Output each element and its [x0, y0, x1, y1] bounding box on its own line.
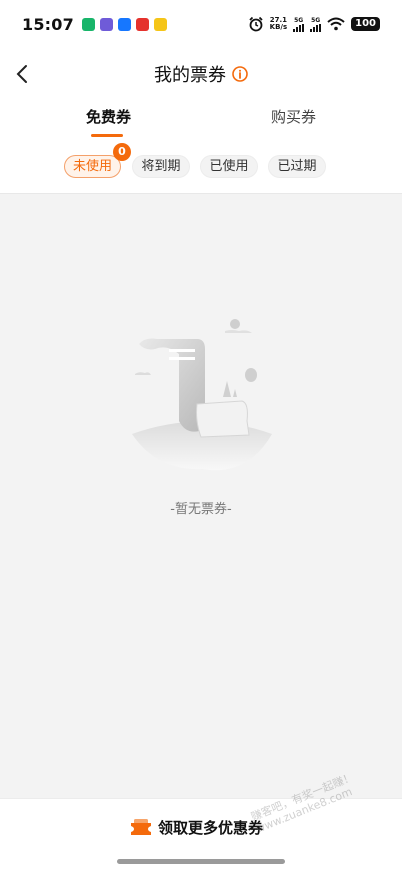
bottom-bar: 领取更多优惠券	[0, 798, 402, 873]
info-icon[interactable]	[232, 66, 248, 82]
home-indicator[interactable]	[117, 859, 285, 864]
alipay-app-icon	[117, 17, 131, 31]
back-button[interactable]	[8, 60, 36, 88]
wifi-icon	[327, 17, 345, 31]
claim-more-coupons-button[interactable]: 领取更多优惠券	[130, 815, 263, 839]
purple-app-icon	[99, 17, 113, 31]
net-speed: 27.1 KB/s	[269, 16, 288, 31]
status-bar: 15:07 27.1 KB/s 5G 5G 100	[0, 0, 402, 48]
empty-tickets-illustration	[132, 319, 272, 471]
tab-free-coupons[interactable]: 免费券	[86, 106, 131, 127]
page-title: 我的票券	[154, 65, 226, 86]
status-time: 15:07	[22, 14, 74, 34]
filter-used[interactable]: 已使用	[200, 155, 258, 178]
signal-2: 5G	[310, 17, 322, 32]
status-filters: 未使用 0 将到期 已使用 已过期	[0, 143, 402, 179]
chevron-left-icon	[16, 65, 27, 83]
signal-bars-icon	[293, 23, 305, 32]
notification-icons	[81, 17, 167, 31]
active-tab-indicator	[91, 134, 123, 137]
yellow-app-icon	[153, 17, 167, 31]
message-app-icon	[81, 17, 95, 31]
battery-indicator: 100	[351, 17, 380, 31]
signal-bars-icon	[310, 23, 322, 32]
signal-1: 5G	[293, 17, 305, 32]
filter-unused[interactable]: 未使用	[64, 155, 121, 178]
red-app-icon	[135, 17, 149, 31]
filter-expired[interactable]: 已过期	[268, 155, 326, 178]
alarm-icon	[249, 16, 263, 32]
unused-count-badge: 0	[113, 143, 131, 161]
filter-expiring[interactable]: 将到期	[132, 155, 190, 178]
coupon-list-area[interactable]: -暂无票券-	[0, 193, 402, 798]
claim-more-label: 领取更多优惠券	[158, 818, 264, 837]
ticket-tabs: 免费券 购买券	[0, 100, 402, 140]
empty-state-text: -暂无票券-	[170, 502, 232, 517]
tab-purchased-coupons[interactable]: 购买券	[271, 106, 316, 127]
coupon-icon	[131, 819, 151, 835]
header: 我的票券	[0, 52, 402, 96]
